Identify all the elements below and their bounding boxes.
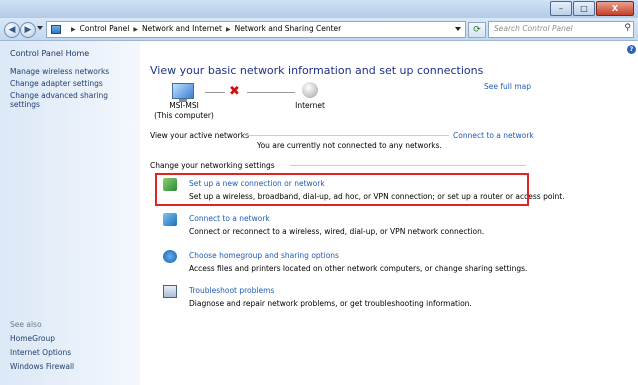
divider bbox=[246, 135, 449, 136]
connect-to-network-link[interactable]: Connect to a network bbox=[453, 131, 534, 140]
forward-icon[interactable]: ▶ bbox=[20, 22, 36, 38]
window-title-bar: – □ X bbox=[0, 0, 638, 18]
see-also-windows-firewall[interactable]: Windows Firewall bbox=[10, 362, 74, 371]
computer-name: MSI-MSI bbox=[169, 101, 199, 110]
network-map-line bbox=[247, 92, 295, 93]
connect-network-desc: Connect or reconnect to a wireless, wire… bbox=[189, 227, 485, 236]
troubleshoot-icon bbox=[163, 285, 177, 298]
window-controls: – □ X bbox=[550, 1, 634, 16]
breadcrumb-control-panel[interactable]: Control Panel bbox=[80, 24, 130, 33]
change-settings-heading: Change your networking settings bbox=[150, 161, 275, 170]
address-toolbar: ◀ ▶ ▶ Control Panel ▶ Network and Internet ▶… bbox=[0, 18, 638, 41]
troubleshoot-desc: Diagnose and repair network problems, or… bbox=[189, 299, 472, 308]
search-icon[interactable]: ⚲ bbox=[624, 23, 631, 33]
breadcrumb-separator-icon[interactable]: ▶ bbox=[133, 26, 138, 33]
help-icon[interactable]: ? bbox=[627, 45, 636, 54]
sidebar-item-advanced-sharing-cont[interactable]: settings bbox=[10, 100, 40, 109]
close-button[interactable]: X bbox=[596, 1, 634, 16]
homegroup-desc: Access files and printers located on oth… bbox=[189, 264, 528, 273]
search-input[interactable]: Search Control Panel ⚲ bbox=[488, 21, 634, 38]
minimize-button[interactable]: – bbox=[550, 1, 572, 16]
connect-icon bbox=[163, 213, 177, 226]
breadcrumb-separator-icon[interactable]: ▶ bbox=[226, 26, 231, 33]
connect-network-link[interactable]: Connect to a network bbox=[189, 214, 270, 223]
divider bbox=[290, 165, 526, 166]
see-also-homegroup[interactable]: HomeGroup bbox=[10, 334, 55, 343]
disconnected-icon: ✖ bbox=[229, 84, 240, 99]
sidebar-item-adapter-settings[interactable]: Change adapter settings bbox=[10, 79, 103, 88]
breadcrumb-network-and-internet[interactable]: Network and Internet bbox=[142, 24, 222, 33]
sidebar-item-control-panel-home[interactable]: Control Panel Home bbox=[10, 49, 89, 58]
maximize-button[interactable]: □ bbox=[573, 1, 595, 16]
address-dropdown-icon[interactable] bbox=[455, 27, 461, 31]
breadcrumb: ▶ Control Panel ▶ Network and Internet ▶ Netw… bbox=[67, 24, 341, 33]
globe-icon bbox=[302, 82, 318, 98]
search-placeholder: Search Control Panel bbox=[494, 24, 573, 33]
computer-subtitle: (This computer) bbox=[154, 111, 214, 120]
sidebar-item-advanced-sharing[interactable]: Change advanced sharing bbox=[10, 91, 108, 100]
page-title: View your basic network information and … bbox=[150, 64, 484, 77]
recent-pages-dropdown[interactable] bbox=[37, 26, 43, 30]
computer-icon bbox=[172, 83, 194, 102]
highlight-box bbox=[155, 173, 529, 206]
refresh-icon[interactable]: ⟳ bbox=[468, 22, 486, 38]
network-map-line bbox=[205, 92, 225, 93]
breadcrumb-separator-icon[interactable]: ▶ bbox=[71, 26, 76, 33]
see-full-map-link[interactable]: See full map bbox=[484, 82, 531, 91]
troubleshoot-link[interactable]: Troubleshoot problems bbox=[189, 286, 274, 295]
homegroup-link[interactable]: Choose homegroup and sharing options bbox=[189, 251, 339, 260]
connection-status-text: You are currently not connected to any n… bbox=[257, 141, 442, 150]
active-networks-heading: View your active networks bbox=[150, 131, 249, 140]
back-icon[interactable]: ◀ bbox=[4, 22, 20, 38]
see-also-heading: See also bbox=[10, 320, 42, 329]
homegroup-icon bbox=[163, 250, 177, 263]
see-also-internet-options[interactable]: Internet Options bbox=[10, 348, 71, 357]
internet-label: Internet bbox=[295, 101, 325, 110]
sidebar-item-manage-wireless[interactable]: Manage wireless networks bbox=[10, 67, 109, 76]
sidebar: Control Panel Home Manage wireless netwo… bbox=[0, 41, 140, 385]
address-bar[interactable]: ▶ Control Panel ▶ Network and Internet ▶ Netw… bbox=[46, 21, 466, 38]
breadcrumb-network-sharing-center[interactable]: Network and Sharing Center bbox=[235, 24, 342, 33]
control-panel-icon bbox=[51, 25, 61, 34]
